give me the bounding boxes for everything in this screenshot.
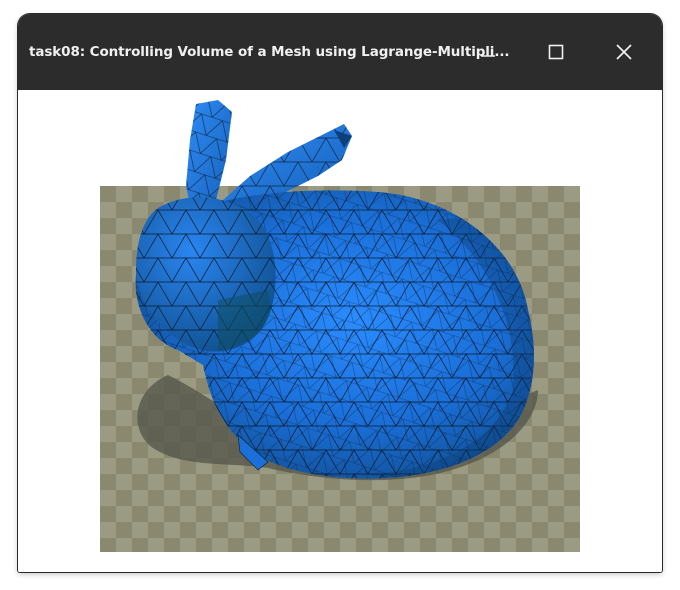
- window-title: task08: Controlling Volume of a Mesh usi…: [29, 44, 510, 60]
- scene-canvas: [100, 100, 580, 552]
- close-button[interactable]: [606, 36, 642, 68]
- maximize-button[interactable]: [538, 36, 574, 68]
- maximize-icon: [548, 44, 564, 60]
- minimize-button[interactable]: [470, 36, 506, 68]
- minimize-icon: [481, 55, 495, 57]
- app-window: task08: Controlling Volume of a Mesh usi…: [18, 14, 662, 572]
- close-icon: [616, 44, 632, 60]
- gl-viewport[interactable]: [18, 90, 662, 572]
- title-bar[interactable]: task08: Controlling Volume of a Mesh usi…: [18, 14, 662, 90]
